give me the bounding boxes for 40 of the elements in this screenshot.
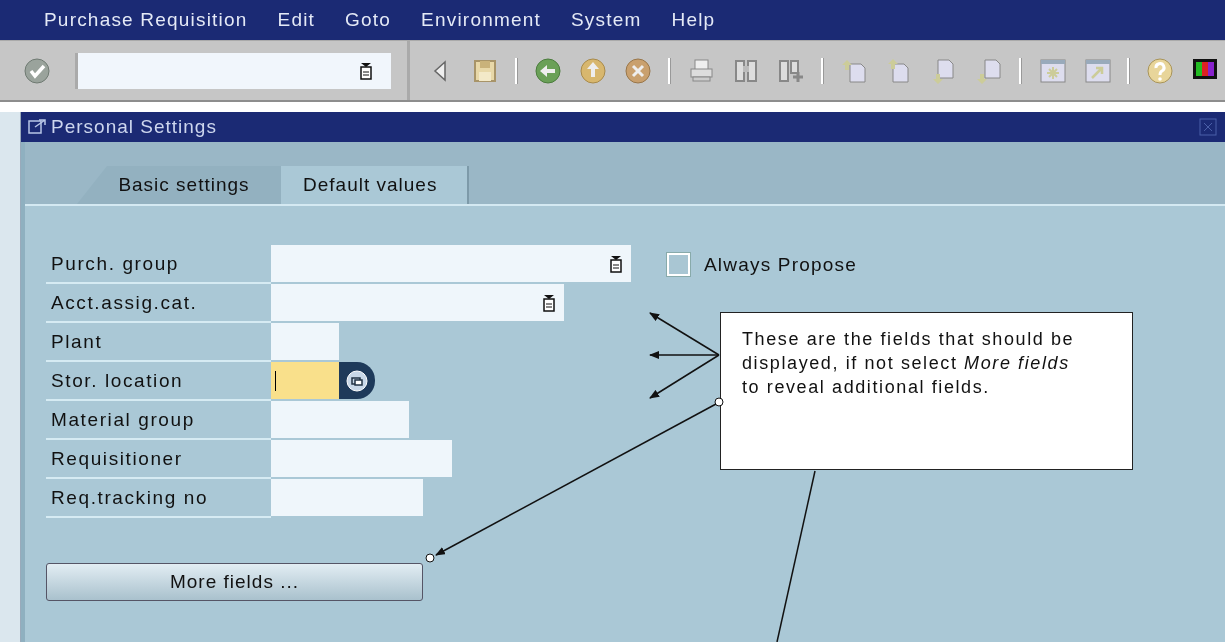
dropdown-icon[interactable] (609, 254, 623, 273)
input-field[interactable] (271, 284, 564, 321)
field-label: Material group (51, 408, 195, 431)
checkbox-label: Always Propose (704, 253, 858, 276)
dialog-title: Personal Settings (51, 116, 218, 138)
input-field[interactable] (271, 479, 423, 516)
tab[interactable]: Default values (281, 166, 470, 204)
exit-icon[interactable] (578, 55, 608, 86)
field-label: Req.tracking no (51, 486, 209, 509)
field-label: Stor. location (51, 369, 184, 392)
input-field[interactable] (271, 323, 339, 360)
cancel-icon[interactable] (623, 55, 653, 86)
field-label: Requisitioner (51, 447, 183, 470)
checkbox[interactable] (667, 253, 690, 276)
callout-text: These are the fields that should be displayed, if not select More fields to reveal additional fields. (742, 328, 1076, 399)
enter-icon[interactable] (22, 55, 52, 86)
menu-item[interactable]: Purchase Requisition (44, 9, 248, 31)
menu-item[interactable]: Help (671, 9, 716, 31)
command-field[interactable] (75, 52, 391, 89)
input-field[interactable] (271, 245, 631, 282)
more-fields-button[interactable]: More fields ... (46, 563, 423, 601)
close-icon[interactable] (1199, 118, 1217, 136)
dropdown-icon[interactable] (359, 61, 373, 80)
back-icon[interactable] (533, 55, 563, 86)
edit-window-icon (27, 117, 47, 137)
menu-item[interactable]: Goto (345, 9, 392, 31)
search-help-button[interactable] (339, 362, 375, 399)
input-field[interactable] (271, 401, 409, 438)
menu-item[interactable]: Environment (421, 9, 541, 31)
field-label: Purch. group (51, 252, 179, 275)
menu-item[interactable]: Edit (277, 9, 316, 31)
help-icon[interactable] (1145, 55, 1175, 86)
field-label: Acct.assig.cat. (51, 291, 198, 314)
field-label: Plant (51, 330, 103, 353)
tab[interactable]: Basic settings (77, 166, 281, 204)
input-field[interactable] (271, 440, 452, 477)
dropdown-icon[interactable] (542, 293, 556, 312)
menu-item[interactable]: System (570, 9, 642, 31)
input-field[interactable] (271, 362, 339, 399)
window-icon (346, 369, 368, 392)
